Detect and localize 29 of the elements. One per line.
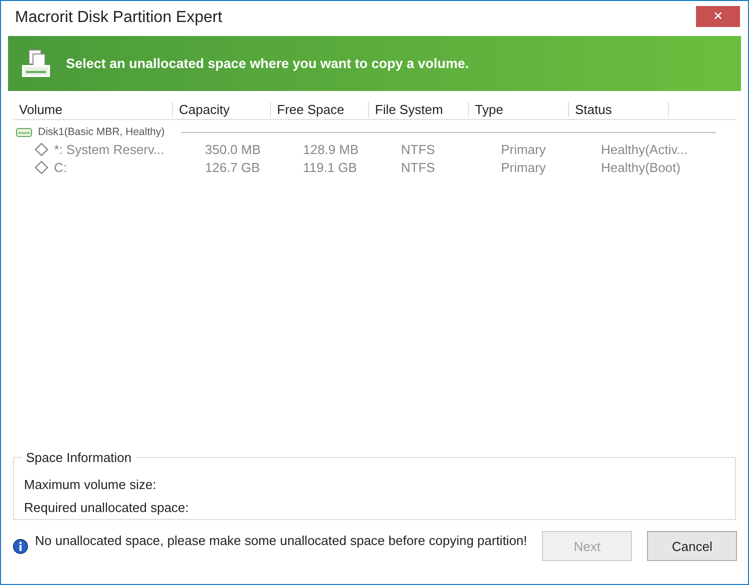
table-cell-text: NTFS xyxy=(401,142,436,156)
group-title: Space Information xyxy=(25,450,133,465)
status-message: No unallocated space, please make some unallocated space before copying partition! xyxy=(35,533,528,548)
column-header[interactable]: File System xyxy=(369,102,469,116)
column-header[interactable]: Type xyxy=(469,102,569,116)
table-cell-text: Primary xyxy=(501,142,547,156)
table-cell-text: Healthy(Boot) xyxy=(601,160,682,174)
disk-label: Disk1(Basic MBR, Healthy) xyxy=(38,126,165,138)
table-cell-text: Healthy(Activ... xyxy=(601,142,688,156)
close-button[interactable]: × xyxy=(696,6,740,26)
column-header[interactable]: Capacity xyxy=(173,102,271,116)
column-header[interactable]: Volume xyxy=(13,102,173,116)
column-header[interactable]: Status xyxy=(569,102,669,116)
table-cell-text: 350.0 MB xyxy=(205,142,262,156)
table-cell-text: NTFS xyxy=(401,160,436,174)
field-label: Required unallocated space: xyxy=(24,500,190,515)
window-title: Macrorit Disk Partition Expert xyxy=(15,9,222,27)
disk-copy-icon xyxy=(20,48,52,80)
table-cell-text: 126.7 GB xyxy=(205,160,261,174)
field-label: Maximum volume size: xyxy=(24,477,158,492)
table-cell: C: xyxy=(54,160,67,174)
column-header[interactable]: Free Space xyxy=(271,102,369,116)
table-cell-text: 128.9 MB xyxy=(303,142,360,156)
dialog-button[interactable]: Cancel xyxy=(647,531,738,561)
info-icon xyxy=(13,538,28,554)
table-cell-text: 119.1 GB xyxy=(303,160,358,174)
banner-text: Select an unallocated space where you want to copy a volume. xyxy=(66,56,469,71)
table-cell-text: Primary xyxy=(501,160,547,174)
table-cell: *: System Reserv... xyxy=(54,142,164,156)
